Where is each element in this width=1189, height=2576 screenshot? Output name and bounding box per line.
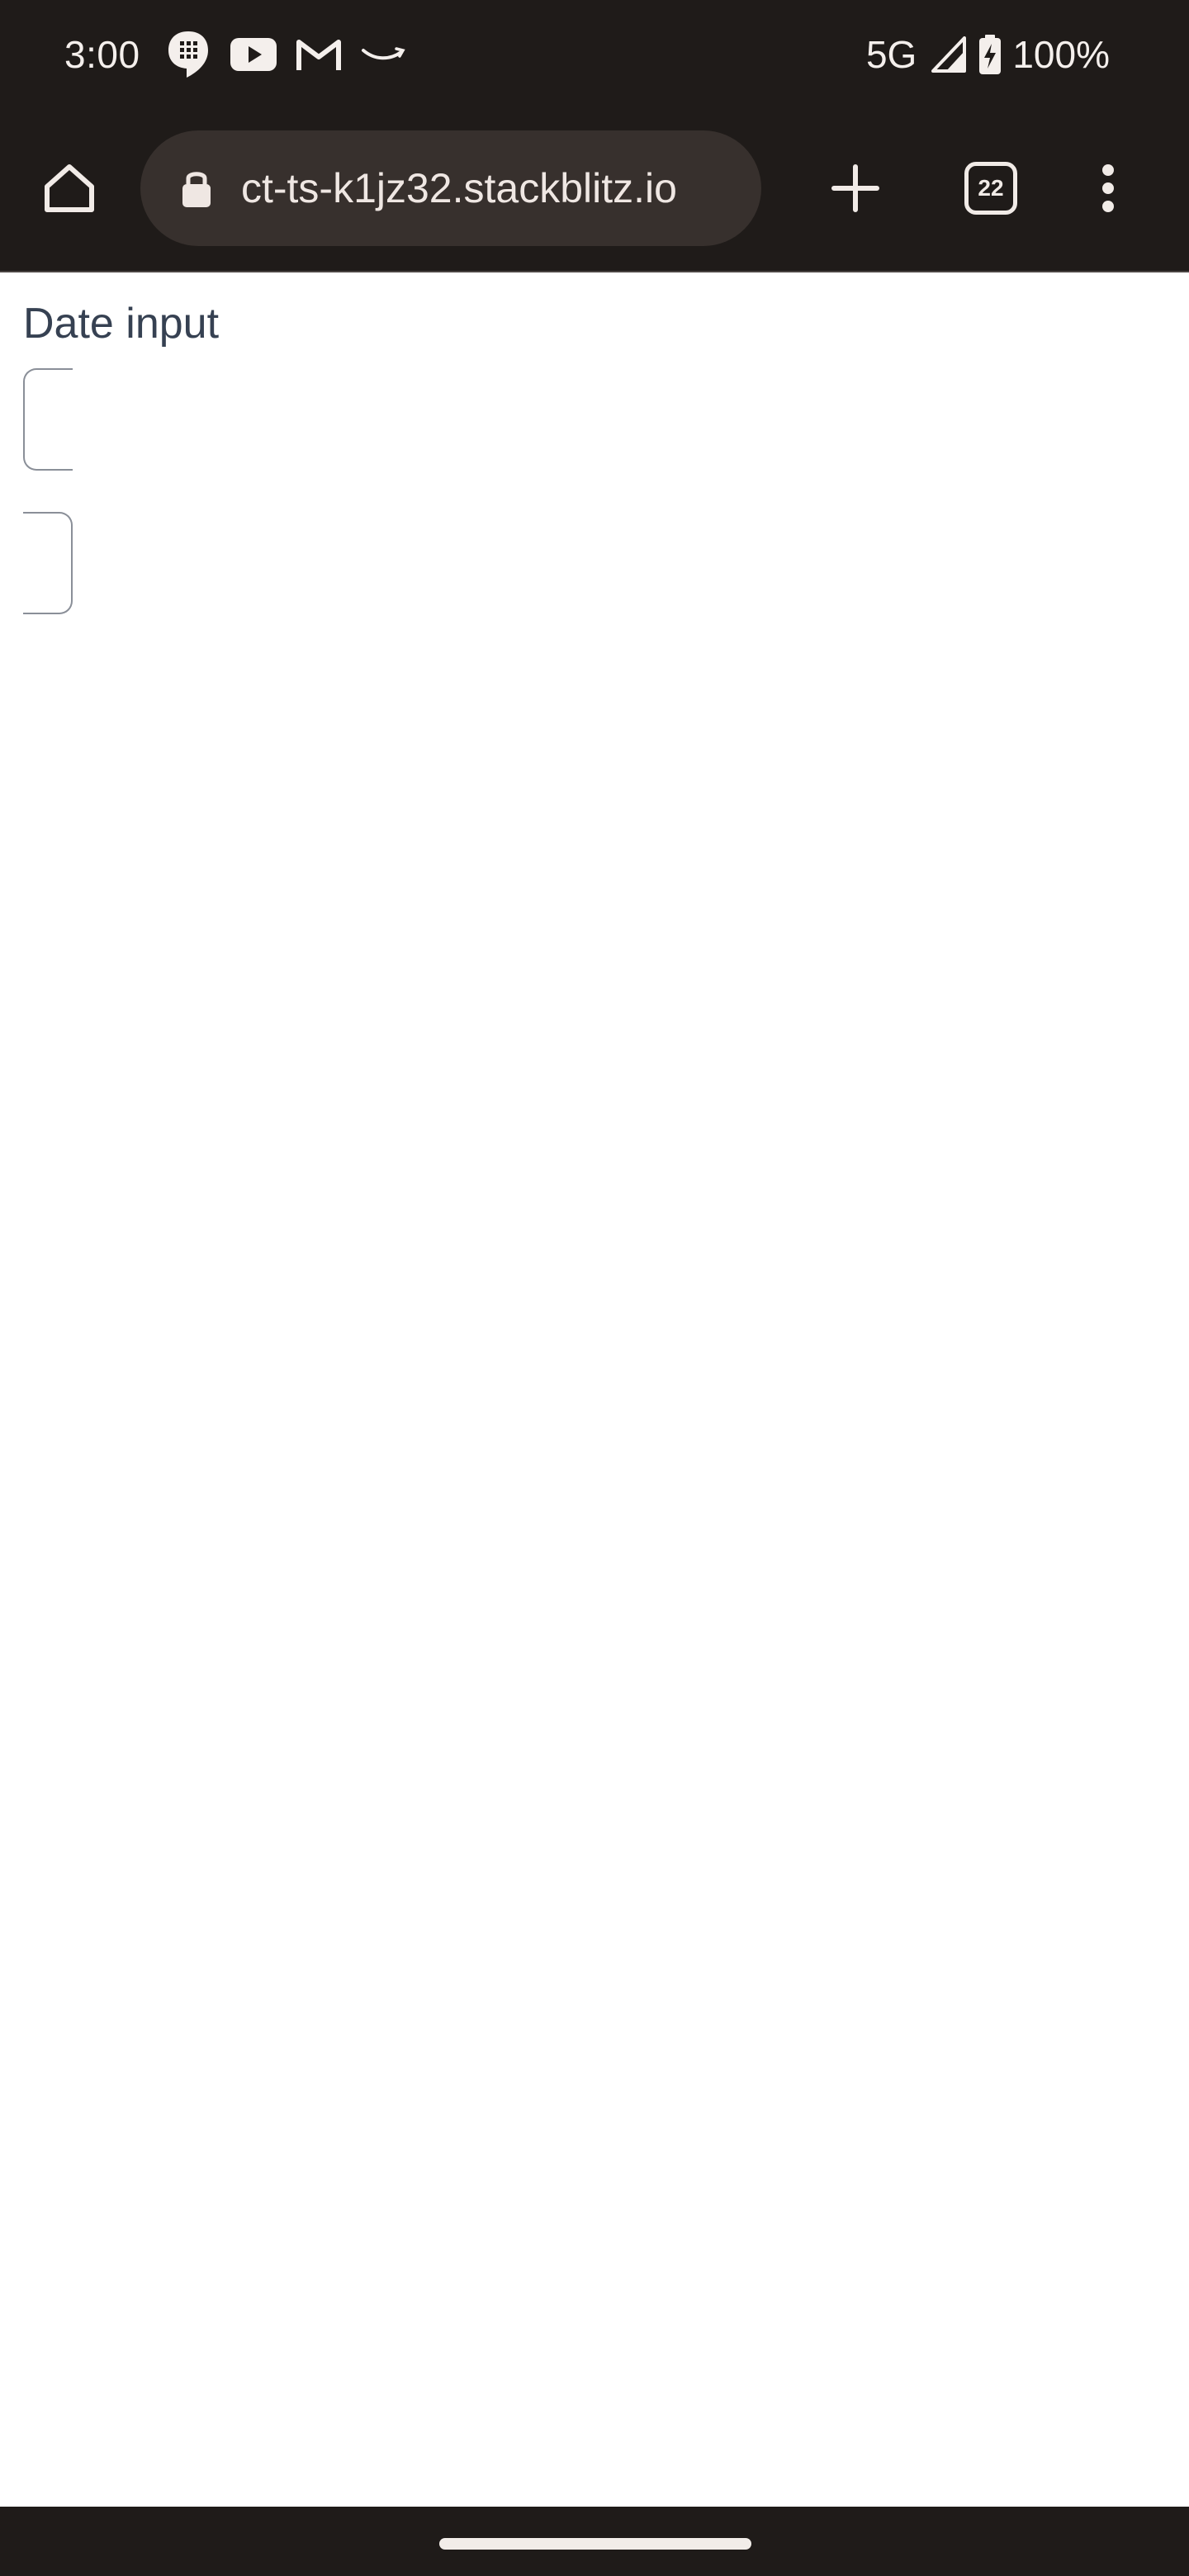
network-type: 5G bbox=[865, 33, 917, 76]
browser-toolbar: ct-ts-k1jz32.stackblitz.io 22 bbox=[0, 107, 1189, 272]
date-input-field-secondary[interactable] bbox=[23, 512, 73, 614]
home-icon bbox=[45, 164, 94, 212]
status-right: 5G 100% bbox=[866, 31, 1110, 78]
new-tab-button[interactable] bbox=[822, 155, 888, 221]
status-bar: 3:00 5G 100% bbox=[0, 0, 1189, 107]
date-input-field[interactable] bbox=[23, 368, 73, 471]
amazon-icon bbox=[362, 47, 405, 60]
chat-icon bbox=[168, 31, 208, 78]
url-text: ct-ts-k1jz32.stackblitz.io bbox=[241, 165, 677, 211]
tab-switcher-button[interactable]: 22 bbox=[964, 162, 1017, 215]
system-nav-bar bbox=[0, 2507, 1189, 2576]
more-vert-icon bbox=[1102, 164, 1114, 212]
web-page: Date input bbox=[0, 272, 1189, 2507]
overflow-menu-button[interactable] bbox=[1088, 155, 1128, 221]
battery-charging-icon bbox=[979, 35, 1002, 74]
status-time: 3:00 bbox=[64, 33, 140, 76]
battery-level: 100% bbox=[1012, 33, 1110, 76]
notification-icons bbox=[165, 28, 406, 81]
signal-icon bbox=[931, 36, 967, 73]
address-bar[interactable]: ct-ts-k1jz32.stackblitz.io bbox=[140, 130, 761, 246]
gmail-icon bbox=[296, 40, 341, 70]
youtube-icon bbox=[230, 38, 277, 71]
lock-icon bbox=[180, 168, 213, 209]
home-button[interactable] bbox=[36, 155, 102, 221]
gesture-home-indicator[interactable] bbox=[439, 2538, 751, 2550]
plus-icon bbox=[831, 164, 879, 212]
tab-count: 22 bbox=[978, 175, 1004, 201]
date-input-label: Date input bbox=[23, 300, 220, 348]
